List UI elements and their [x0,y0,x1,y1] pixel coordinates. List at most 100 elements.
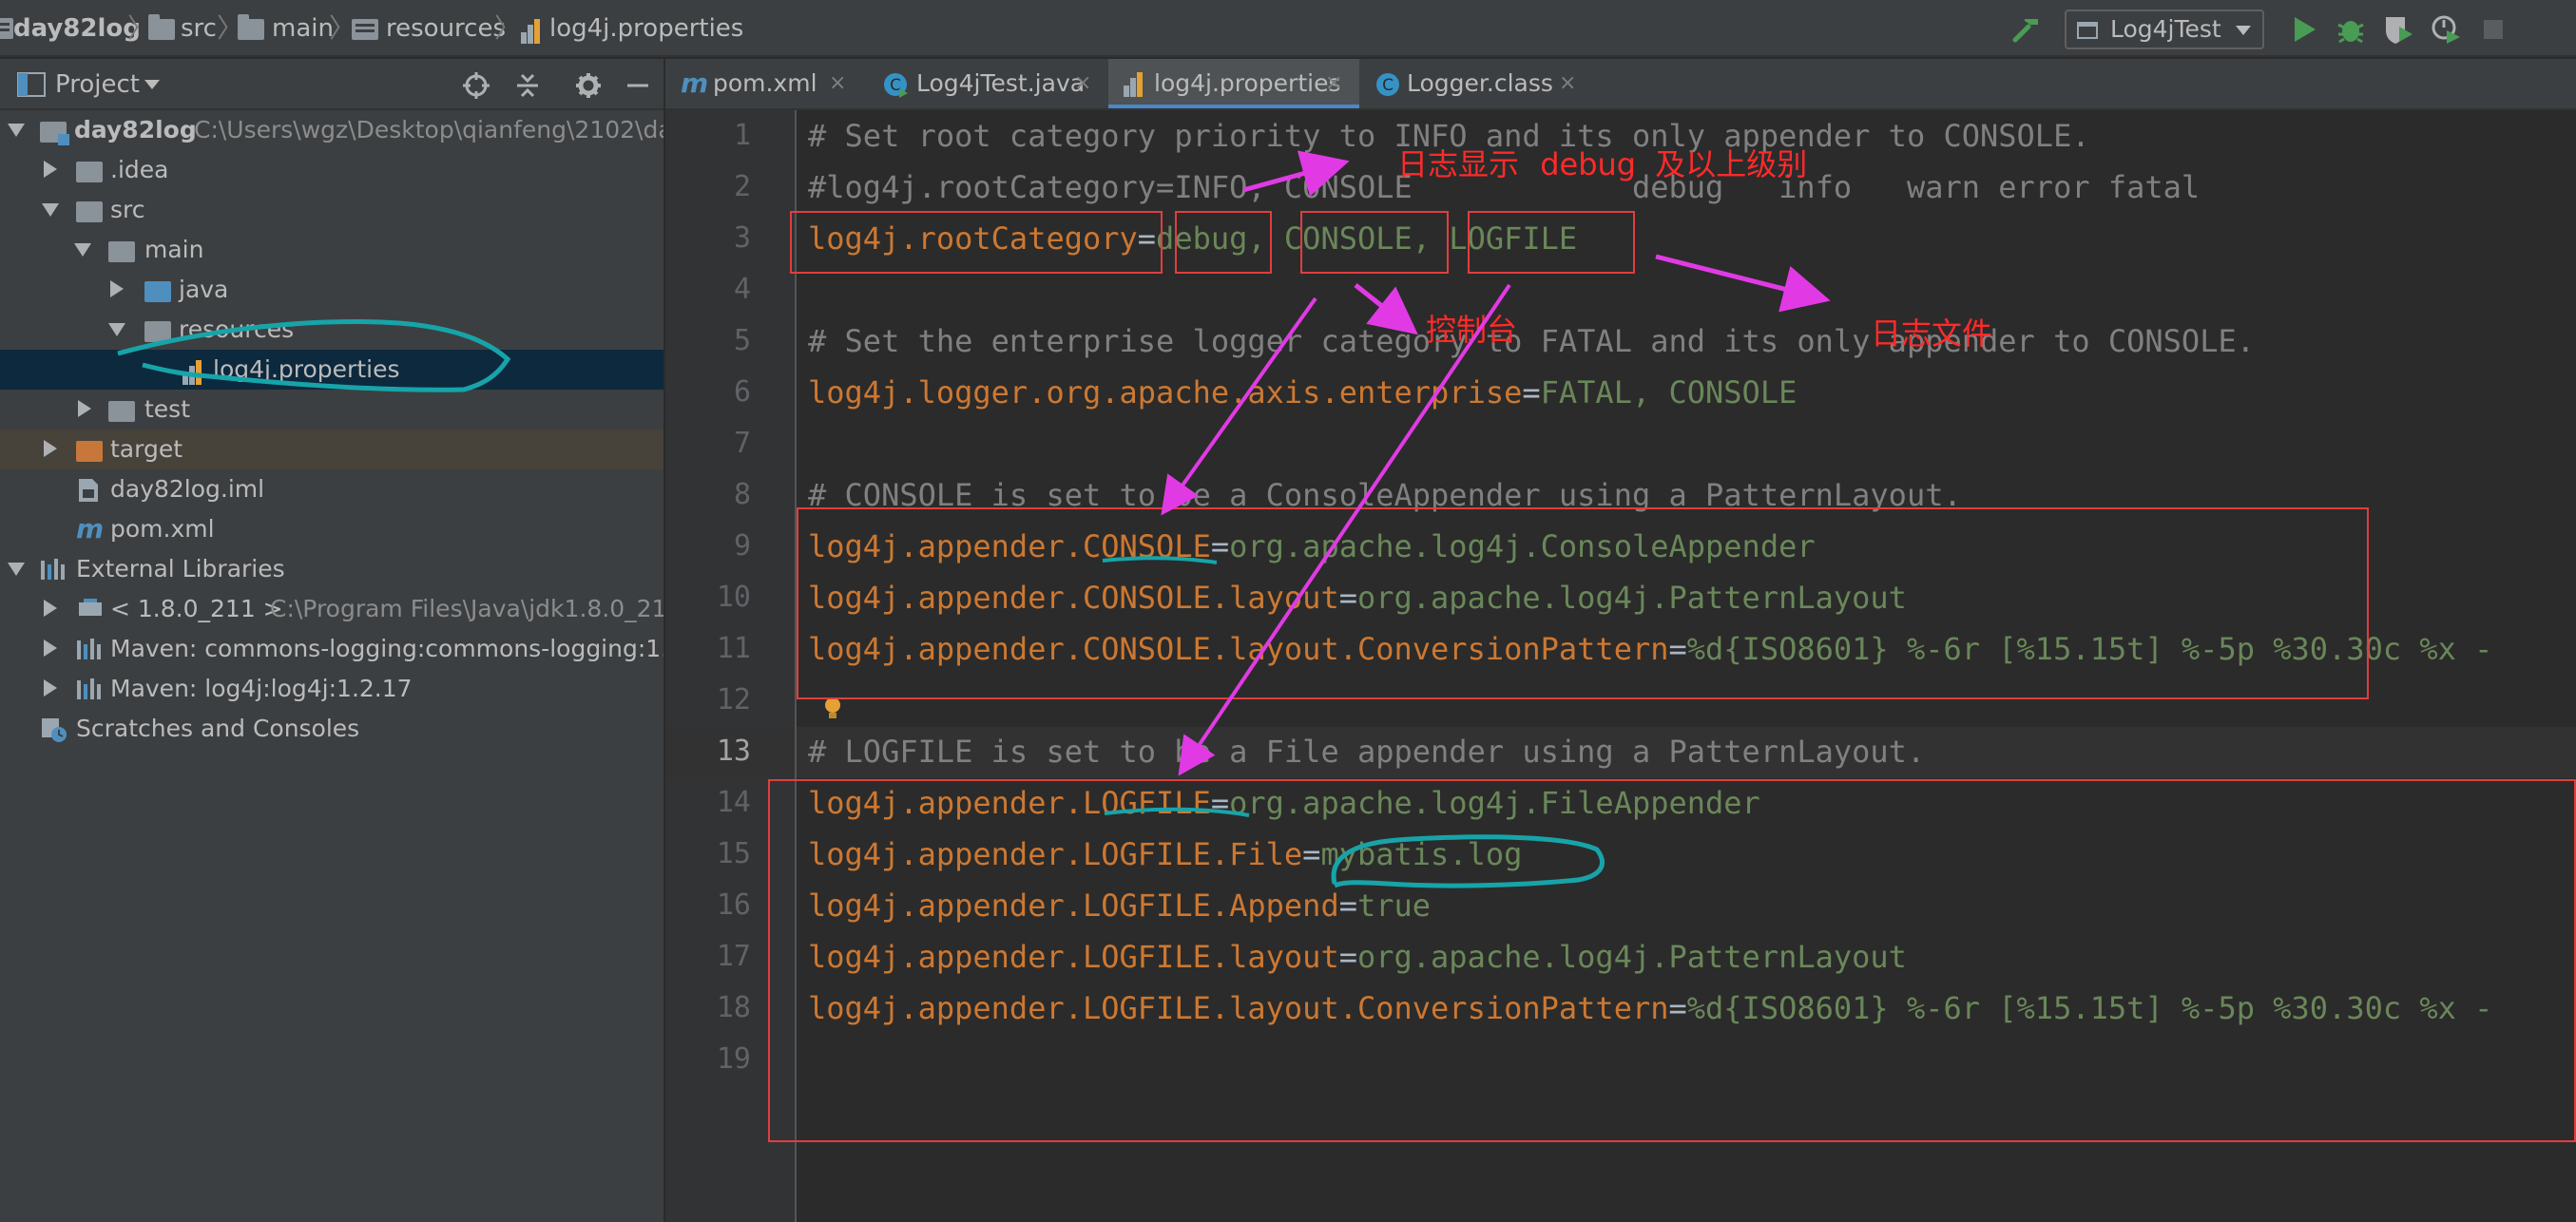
annotation-level-note-cn2: 及以上级别 [1655,146,1808,182]
expand-arrow-icon[interactable] [44,161,57,178]
expand-arrow-icon[interactable] [44,600,57,617]
line-number[interactable]: 10 [665,572,751,623]
class-file-icon: C [1376,73,1399,96]
close-icon[interactable]: × [829,59,846,108]
collapse-all-icon[interactable] [513,71,542,100]
line-number[interactable]: 5 [665,315,751,367]
tree-item-java[interactable]: java [0,270,663,310]
run-with-coverage-icon[interactable] [2382,13,2414,46]
expand-arrow-icon[interactable] [108,323,125,336]
breadcrumb-main[interactable]: main [272,0,334,57]
line-number[interactable]: 4 [665,264,751,315]
line-number[interactable]: 15 [665,829,751,880]
library-icon [77,678,101,699]
folder-icon [76,201,103,222]
navigation-bar: day82log 〉 src 〉 main 〉 resources 〉 log4… [0,0,2576,57]
property-value: FATAL, CONSOLE [1540,374,1797,411]
close-icon[interactable]: × [1325,59,1342,108]
expand-arrow-icon[interactable] [78,400,91,417]
maven-icon: m [76,513,105,544]
tab-pom-xml[interactable]: m pom.xml × [675,59,876,108]
close-icon[interactable]: × [1074,59,1091,108]
line-number[interactable]: 3 [665,213,751,264]
line-number[interactable]: 17 [665,931,751,983]
module-folder-icon [40,122,69,145]
line-number[interactable]: 6 [665,367,751,418]
run-icon[interactable] [2287,13,2319,46]
run-configuration-selector[interactable]: Log4jTest [2065,10,2264,49]
chevron-down-icon[interactable] [144,80,160,89]
expand-arrow-icon[interactable] [110,280,124,297]
java-class-icon: C [884,73,908,98]
tab-logger-class[interactable]: C Logger.class × [1369,59,1597,108]
tree-item-label: pom.xml [110,515,215,543]
tree-item-project-root[interactable]: day82log C:\Users\wgz\Desktop\qianfeng\2… [0,110,663,150]
tree-item-external-libraries[interactable]: External Libraries [0,549,663,589]
maven-icon: m [681,67,709,99]
expand-arrow-icon[interactable] [44,640,57,657]
locate-file-icon[interactable] [462,71,490,100]
assignment-operator: = [1522,374,1541,411]
breadcrumb-resources[interactable]: resources [386,0,506,57]
line-number[interactable]: 16 [665,880,751,931]
line-number[interactable]: 18 [665,983,751,1034]
line-number[interactable]: 12 [665,675,751,726]
stop-icon[interactable] [2477,13,2509,46]
tree-item-jdk[interactable]: < 1.8.0_211 > C:\Program Files\Java\jdk1… [0,589,663,629]
breadcrumb-project[interactable]: day82log [13,0,141,57]
profile-icon[interactable] [2430,13,2462,46]
tree-item-scratches[interactable]: Scratches and Consoles [0,709,663,749]
line-number[interactable]: 19 [665,1034,751,1085]
breadcrumb-file[interactable]: log4j.properties [549,0,743,57]
line-number[interactable]: 13 [665,726,751,777]
tree-item-main[interactable]: main [0,230,663,270]
expand-arrow-icon[interactable] [74,243,91,257]
tab-log4j-properties[interactable]: log4j.properties × [1108,59,1359,108]
lightbulb-intention-icon[interactable] [823,697,842,721]
line-number[interactable]: 2 [665,162,751,213]
tree-item-src[interactable]: src [0,190,663,230]
expand-arrow-icon[interactable] [42,203,59,217]
line-number[interactable]: 11 [665,623,751,675]
tree-item-maven-log4j[interactable]: Maven: log4j:log4j:1.2.17 [0,669,663,709]
annotation-box-debug [1175,211,1272,274]
code-line[interactable]: log4j.logger.org.apache.axis.enterprise=… [808,367,1797,418]
breadcrumb-src[interactable]: src [181,0,217,57]
line-number[interactable]: 8 [665,469,751,521]
tab-label: pom.xml [713,69,817,97]
excluded-folder-icon [76,441,103,462]
tree-item-maven-commons-logging[interactable]: Maven: commons-logging:commons-logging:1… [0,629,663,669]
breadcrumb-separator: 〉 [494,12,522,44]
folder-icon [76,162,103,182]
tree-item-pom[interactable]: m pom.xml [0,509,663,549]
tree-item-label: log4j.properties [213,355,400,383]
tree-item-log4j-properties[interactable]: log4j.properties [0,350,663,390]
tree-item-iml[interactable]: day82log.iml [0,469,663,509]
project-view-title[interactable]: Project [55,59,140,110]
tree-item-label: src [110,196,145,223]
line-number[interactable]: 1 [665,110,751,162]
expand-arrow-icon[interactable] [44,679,57,697]
tree-item-idea[interactable]: .idea [0,150,663,190]
gear-icon[interactable] [574,71,603,100]
tree-item-resources[interactable]: resources [0,310,663,350]
project-tool-window-header: Project [0,59,663,110]
expand-arrow-icon[interactable] [44,440,57,457]
line-number[interactable]: 7 [665,418,751,469]
build-hammer-icon[interactable] [2011,13,2044,46]
close-icon[interactable]: × [1559,59,1576,108]
library-icon [41,559,65,580]
tree-item-test[interactable]: test [0,390,663,430]
expand-arrow-icon[interactable] [8,563,25,576]
expand-arrow-icon[interactable] [8,124,25,137]
code-line[interactable]: # Set the enterprise logger category to … [808,315,2255,367]
code-line[interactable]: # LOGFILE is set to be a File appender u… [808,726,1925,777]
tree-item-target[interactable]: target [0,430,663,469]
source-folder-icon [144,281,171,302]
line-number[interactable]: 9 [665,521,751,572]
hide-panel-icon[interactable] [624,71,652,100]
library-icon [77,639,101,659]
line-number[interactable]: 14 [665,777,751,829]
debug-icon[interactable] [2335,13,2367,46]
tab-log4jtest-java[interactable]: C Log4jTest.java × [876,59,1106,108]
